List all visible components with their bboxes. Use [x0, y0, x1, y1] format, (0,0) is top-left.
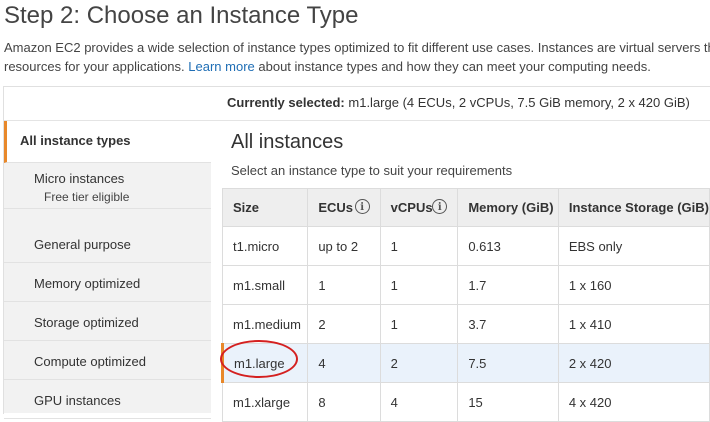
table-row[interactable]: m1.medium 2 1 3.7 1 x 410: [221, 304, 710, 344]
cell-size: t1.micro: [221, 226, 309, 266]
info-icon[interactable]: i: [354, 199, 370, 214]
cell-size: m1.medium: [221, 304, 309, 344]
cell-instance-storage: 1 x 160: [557, 265, 710, 305]
table-row-selected[interactable]: m1.large 4 2 7.5 2 x 420: [220, 343, 710, 383]
table-header-row: Size ECUs i vCPUs i Memory (GiB) Instance …: [221, 188, 710, 227]
sidebar-item-micro-instances[interactable]: Micro instances Free tier eligible: [4, 163, 211, 209]
sidebar-item-label: GPU instances: [34, 393, 121, 408]
intro-line-2-post: about instance types and how they can me…: [258, 59, 651, 74]
cell-instance-storage: 2 x 420: [557, 343, 710, 383]
learn-more-link[interactable]: Learn more: [188, 59, 254, 74]
sidebar-item-compute-optimized[interactable]: Compute optimized: [4, 342, 211, 380]
sidebar-item-gpu-instances[interactable]: GPU instances: [4, 381, 211, 419]
section-title: All instances: [231, 131, 344, 153]
sidebar-item-general-purpose[interactable]: General purpose: [4, 225, 211, 263]
sidebar-item-all-instance-types[interactable]: All instance types: [4, 121, 211, 163]
cell-ecus: 8: [307, 382, 381, 422]
column-header-memory[interactable]: Memory (GiB): [457, 188, 559, 227]
intro-line-1: Amazon EC2 provides a wide selection of …: [4, 40, 710, 55]
info-icon[interactable]: i: [432, 199, 448, 214]
cell-size: m1.small: [221, 265, 309, 305]
instance-family-sidebar: All instance types Micro instances Free …: [4, 121, 211, 419]
cell-memory: 3.7: [457, 304, 559, 344]
table-row[interactable]: m1.small 1 1 1.7 1 x 160: [221, 265, 710, 305]
cell-ecus: 4: [307, 343, 381, 383]
cell-vcpus: 2: [379, 343, 459, 383]
cell-ecus: 2: [307, 304, 381, 344]
sidebar-item-label: All instance types: [20, 133, 131, 148]
cell-memory: 15: [457, 382, 559, 422]
currently-selected-value: m1.large (4 ECUs, 2 vCPUs, 7.5 GiB memor…: [348, 95, 690, 110]
section-subtitle: Select an instance type to suit your req…: [231, 163, 513, 178]
sidebar-item-label: Memory optimized: [34, 276, 141, 291]
sidebar-item-label: General purpose: [34, 237, 131, 252]
column-header-size[interactable]: Size: [221, 188, 309, 227]
cell-memory: 7.5: [457, 343, 559, 383]
cell-size: m1.large: [220, 343, 309, 383]
currently-selected-label: Currently selected:: [227, 95, 345, 110]
column-header-ecus[interactable]: ECUs i: [307, 188, 381, 227]
table-row[interactable]: t1.micro up to 2 1 0.613 EBS only: [221, 226, 710, 266]
sidebar-item-storage-optimized[interactable]: Storage optimized: [4, 303, 211, 341]
instance-types-table: Size ECUs i vCPUs i Memory (GiB) Instance …: [220, 188, 710, 422]
sidebar-item-label: Micro instances: [34, 171, 125, 186]
cell-vcpus: 4: [379, 382, 459, 422]
cell-ecus: 1: [307, 265, 381, 305]
table-row[interactable]: m1.xlarge 8 4 15 4 x 420: [221, 382, 710, 422]
cell-vcpus: 1: [379, 226, 459, 266]
column-header-vcpus[interactable]: vCPUs i: [379, 188, 459, 227]
cell-instance-storage: EBS only: [557, 226, 710, 266]
cell-memory: 1.7: [457, 265, 559, 305]
column-header-instance-storage[interactable]: Instance Storage (GiB): [557, 188, 710, 227]
cell-memory: 0.613: [457, 226, 559, 266]
cell-vcpus: 1: [379, 265, 459, 305]
intro-line-2-pre: resources for your applications.: [4, 59, 185, 74]
cell-vcpus: 1: [379, 304, 459, 344]
sidebar-item-label: Storage optimized: [34, 315, 139, 330]
cell-size: m1.xlarge: [221, 382, 309, 422]
cell-instance-storage: 4 x 420: [557, 382, 710, 422]
intro-line-2: resources for your applications. Learn m…: [4, 57, 710, 76]
cell-ecus: up to 2: [307, 226, 381, 266]
intro-text: Amazon EC2 provides a wide selection of …: [4, 38, 710, 76]
sidebar-item-label: Compute optimized: [34, 354, 146, 369]
sidebar-item-memory-optimized[interactable]: Memory optimized: [4, 264, 211, 302]
cell-instance-storage: 1 x 410: [557, 304, 710, 344]
page-title: Step 2: Choose an Instance Type: [4, 2, 359, 29]
currently-selected: Currently selected: m1.large (4 ECUs, 2 …: [227, 95, 690, 110]
free-tier-eligible-label: Free tier eligible: [44, 190, 130, 204]
